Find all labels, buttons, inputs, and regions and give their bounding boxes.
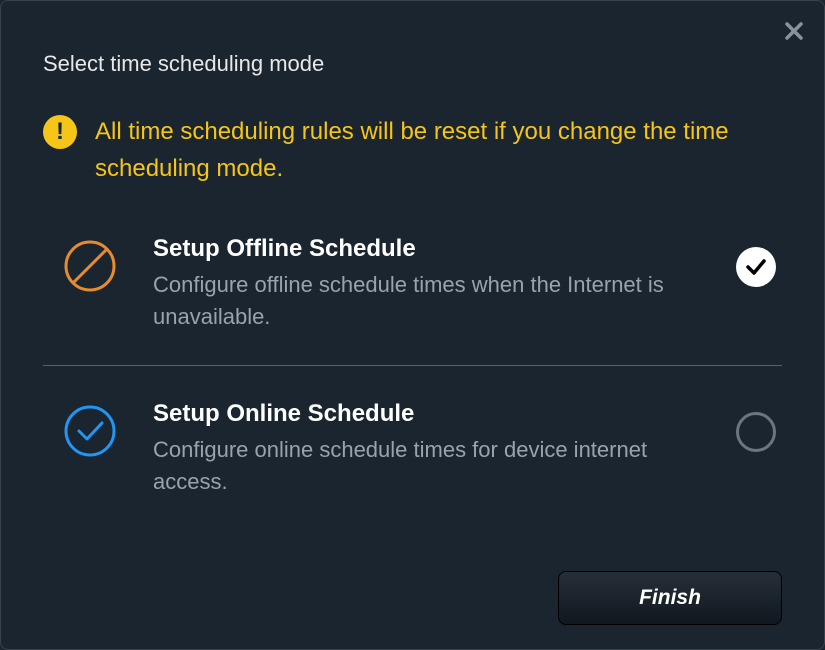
option-online-radio[interactable] — [736, 412, 776, 452]
option-online-title: Setup Online Schedule — [153, 400, 700, 428]
warning-text: All time scheduling rules will be reset … — [95, 113, 782, 187]
option-online-text: Setup Online Schedule Configure online s… — [153, 400, 700, 498]
check-circle-icon — [63, 404, 117, 458]
radio-unselected-icon — [736, 412, 776, 452]
prohibit-icon — [63, 239, 117, 293]
divider — [43, 365, 782, 366]
radio-selected-icon — [736, 247, 776, 287]
option-online-schedule[interactable]: Setup Online Schedule Configure online s… — [43, 400, 782, 498]
dialog-title: Select time scheduling mode — [43, 51, 782, 77]
scheduling-mode-dialog: Select time scheduling mode ! All time s… — [0, 0, 825, 650]
option-offline-desc: Configure offline schedule times when th… — [153, 269, 700, 333]
option-offline-text: Setup Offline Schedule Configure offline… — [153, 235, 700, 333]
dialog-footer: Finish — [558, 571, 782, 625]
close-button[interactable] — [780, 17, 808, 45]
warning-row: ! All time scheduling rules will be rese… — [43, 113, 782, 187]
option-offline-radio[interactable] — [736, 247, 776, 287]
warning-icon: ! — [43, 115, 77, 149]
close-icon — [784, 21, 804, 41]
option-offline-schedule[interactable]: Setup Offline Schedule Configure offline… — [43, 235, 782, 333]
option-online-desc: Configure online schedule times for devi… — [153, 434, 700, 498]
option-offline-title: Setup Offline Schedule — [153, 235, 700, 263]
finish-button[interactable]: Finish — [558, 571, 782, 625]
